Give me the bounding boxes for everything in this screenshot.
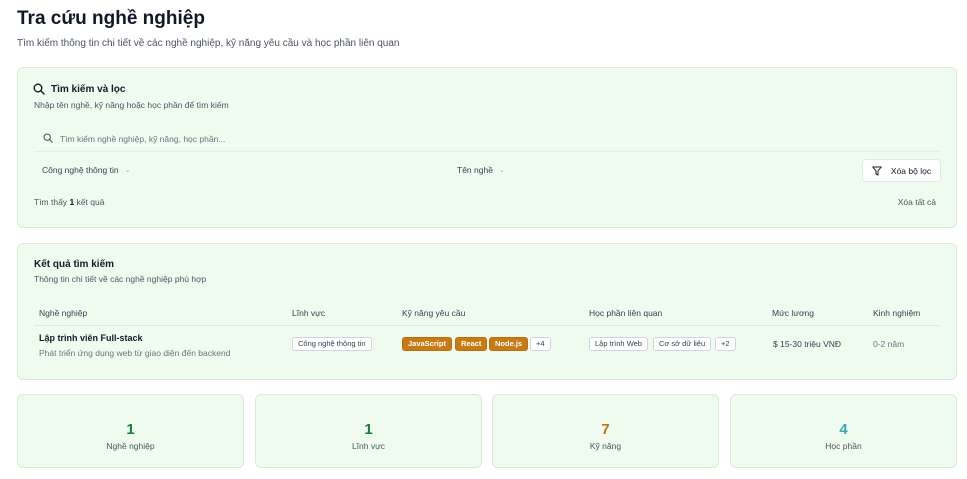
page-subtitle: Tìm kiếm thông tin chi tiết về các nghề … xyxy=(17,38,400,49)
results-count-number: 1 xyxy=(69,197,75,207)
column-header-field: Lĩnh vực xyxy=(292,308,326,318)
stat-value: 1 xyxy=(126,421,135,438)
stat-label: Nghề nghiệp xyxy=(106,441,155,451)
stat-card-fields: 1 Lĩnh vực xyxy=(255,394,482,468)
sort-select-value: Tên nghề xyxy=(457,165,493,175)
column-header-experience: Kinh nghiệm xyxy=(873,308,921,318)
stat-card-careers: 1 Nghề nghiệp xyxy=(17,394,244,468)
chevron-down-icon: ⌄ xyxy=(498,167,505,174)
search-filter-card: Tìm kiếm và lọc Nhập tên nghề, kỹ năng h… xyxy=(17,67,957,228)
experience-value: 0-2 năm xyxy=(873,339,905,349)
career-desc: Phát triển ứng dụng web từ giao diện đến… xyxy=(39,348,231,358)
stat-label: Lĩnh vực xyxy=(351,441,386,451)
clear-filters-button[interactable]: Xóa bộ lọc xyxy=(862,159,941,182)
table-divider xyxy=(34,325,940,326)
skills-more-badge: +4 xyxy=(530,337,551,351)
salary-value: $ 15-30 triệu VNĐ xyxy=(773,339,842,349)
stat-card-courses: 4 Học phần xyxy=(730,394,957,468)
skill-tag: Node.js xyxy=(489,337,529,351)
column-header-salary: Mức lương xyxy=(772,308,814,318)
page-title: Tra cứu nghề nghiệp xyxy=(17,8,205,29)
clear-filters-label: Xóa bộ lọc xyxy=(890,165,932,176)
column-header-skills: Kỹ năng yêu cầu xyxy=(402,308,466,318)
results-card: Kết quả tìm kiếm Thông tin chi tiết về c… xyxy=(17,243,957,380)
chevron-down-icon: ⌄ xyxy=(124,167,131,174)
column-header-career: Nghề nghiệp xyxy=(39,308,88,318)
field-select-value: Công nghệ thông tin xyxy=(42,165,119,175)
stat-card-skills: 7 Kỹ năng xyxy=(492,394,719,468)
stat-label: Kỹ năng xyxy=(589,441,622,451)
filter-card-desc: Nhập tên nghề, kỹ năng hoặc học phần để … xyxy=(34,100,229,110)
results-card-title: Kết quả tìm kiếm xyxy=(34,259,115,270)
results-count-suffix: kết quả xyxy=(76,197,105,207)
course-tag: Lập trình Web xyxy=(589,337,648,351)
stat-value: 7 xyxy=(601,421,610,438)
field-select[interactable]: Công nghệ thông tin ⌄ xyxy=(34,160,138,180)
skill-tag: JavaScript xyxy=(402,337,452,351)
field-tag: Công nghệ thông tin xyxy=(292,337,372,351)
search-icon xyxy=(43,133,53,143)
filter-card-title: Tìm kiếm và lọc xyxy=(51,84,126,95)
career-name: Lập trình viên Full-stack xyxy=(39,333,143,343)
course-tag: Cơ sở dữ liệu xyxy=(653,337,712,351)
clear-all-link[interactable]: Xóa tất cả xyxy=(898,197,936,207)
results-count-prefix: Tìm thấy xyxy=(34,197,68,207)
courses-more-badge: +2 xyxy=(715,337,736,351)
stat-value: 1 xyxy=(364,421,373,438)
skill-tag: React xyxy=(455,337,488,351)
search-icon xyxy=(33,83,45,95)
filter-icon xyxy=(872,166,882,175)
search-bar xyxy=(34,126,940,152)
results-count: Tìm thấy 1 kết quả xyxy=(34,197,104,207)
stat-label: Học phần xyxy=(825,441,862,451)
stat-value: 4 xyxy=(839,421,848,438)
sort-select[interactable]: Tên nghề ⌄ xyxy=(449,160,513,180)
results-card-desc: Thông tin chi tiết về các nghề nghiệp ph… xyxy=(34,274,207,284)
column-header-courses: Học phần liên quan xyxy=(589,308,663,318)
search-input[interactable] xyxy=(60,131,620,147)
